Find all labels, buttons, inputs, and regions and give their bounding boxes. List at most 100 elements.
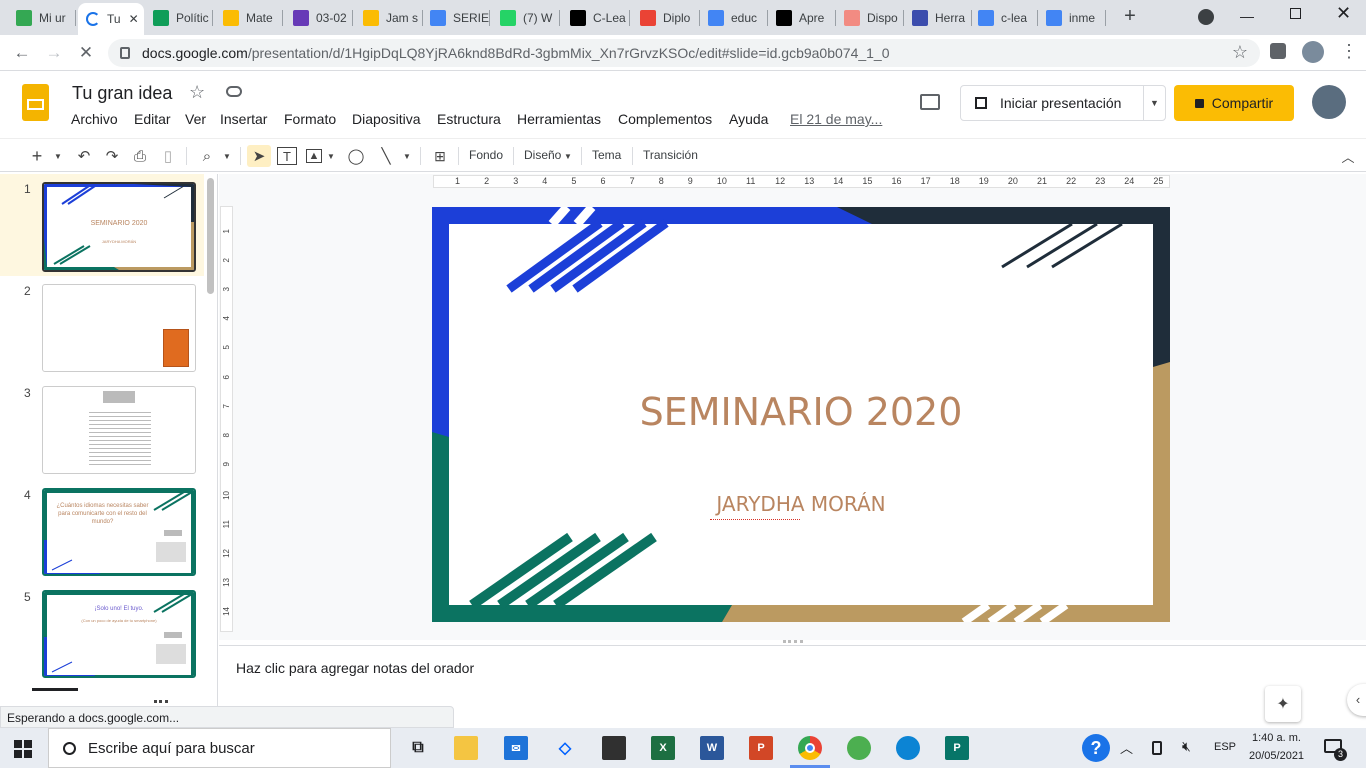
browser-tab[interactable]: C-Lea (562, 4, 630, 31)
menu-item[interactable]: Ayuda (729, 111, 768, 127)
browser-tab[interactable]: (7) W (492, 4, 560, 31)
slide-thumbnail-1[interactable]: SEMINARIO 2020 JARYDHA MORÁN (42, 182, 196, 272)
menu-item[interactable]: Herramientas (517, 111, 601, 127)
slide-thumbnail-2[interactable] (42, 284, 196, 372)
menu-item[interactable]: Formato (284, 111, 336, 127)
browser-tab[interactable]: Polític (145, 4, 213, 31)
mail-icon[interactable]: ✉ (504, 736, 528, 760)
shape-icon[interactable]: ◯ (346, 145, 366, 167)
slide-subtitle[interactable]: JARYDHA MORÁN (449, 492, 1153, 516)
browser-tab[interactable]: inme (1038, 4, 1106, 31)
zoom-dropdown-icon[interactable]: ▼ (222, 145, 232, 167)
new-slide-button[interactable]: + (28, 145, 46, 167)
browser-tab[interactable]: Diplo (632, 4, 700, 31)
line-dropdown-icon[interactable]: ▼ (402, 145, 412, 167)
extensions-icon[interactable] (1270, 43, 1286, 59)
present-button[interactable]: Iniciar presentación ▼ (960, 85, 1166, 121)
browser-tab[interactable]: Tu ✕ (78, 3, 144, 35)
taskbar-search-box[interactable]: Escribe aquí para buscar (48, 728, 391, 768)
star-icon[interactable]: ☆ (189, 82, 205, 103)
present-dropdown-icon[interactable]: ▼ (1143, 86, 1165, 120)
browser-tab[interactable]: Mate (215, 4, 283, 31)
menu-item[interactable]: Editar (134, 111, 171, 127)
volume-mute-icon[interactable]: 🔇︎ (1182, 738, 1191, 755)
browser-tab[interactable]: Mi ur (8, 4, 76, 31)
slide-thumbnail-5[interactable]: ¡Solo uno! El tuyo. (Con un poco de ayud… (42, 590, 196, 678)
filmstrip-scrollbar[interactable] (207, 178, 214, 294)
word-icon[interactable]: W (700, 736, 724, 760)
theme-button[interactable]: Tema (592, 148, 621, 162)
paint-format-icon[interactable]: ▯ (158, 145, 178, 167)
file-explorer-icon[interactable] (454, 736, 478, 760)
app-icon-green[interactable] (847, 736, 871, 760)
browser-tab[interactable]: Herra (904, 4, 972, 31)
layout-button[interactable]: Diseño (524, 148, 561, 162)
line-icon[interactable]: ╲ (376, 145, 396, 167)
browser-menu-icon[interactable]: ⋮ (1340, 41, 1358, 62)
publisher-icon[interactable]: P (945, 736, 969, 760)
battery-icon[interactable] (1152, 741, 1162, 755)
select-pointer-icon[interactable]: ➤ (247, 145, 271, 167)
add-comment-icon[interactable]: ⊞ (430, 145, 450, 167)
tab-search-icon[interactable] (1198, 9, 1214, 25)
cloud-status-icon[interactable] (226, 86, 242, 97)
menu-item[interactable]: Insertar (220, 111, 267, 127)
close-window-button[interactable]: ✕ (1336, 3, 1351, 24)
menu-item[interactable]: Complementos (618, 111, 712, 127)
chrome-icon[interactable] (798, 736, 822, 760)
transition-button[interactable]: Transición (643, 148, 698, 162)
filmstrip-view-icon[interactable] (32, 688, 78, 691)
comments-icon[interactable] (920, 94, 940, 110)
speaker-notes[interactable]: Haz clic para agregar notas del orador ✦… (219, 645, 1366, 722)
menu-item[interactable]: Diapositiva (352, 111, 420, 127)
slide-thumbnail-4[interactable]: ¿Cuántos idiomas necesitas saber para co… (42, 488, 196, 576)
bookmark-star-icon[interactable]: ☆ (1232, 42, 1248, 63)
stop-loading-button[interactable]: ✕ (75, 42, 97, 64)
account-avatar[interactable] (1312, 85, 1346, 119)
store-icon[interactable] (602, 736, 626, 760)
menu-item[interactable]: Archivo (71, 111, 118, 127)
explore-button[interactable]: ✦ (1265, 686, 1301, 722)
profile-avatar[interactable] (1302, 41, 1324, 63)
share-button[interactable]: Compartir (1174, 85, 1294, 121)
browser-tab[interactable]: 03-02 (285, 4, 353, 31)
image-dropdown-icon[interactable]: ▼ (326, 145, 336, 167)
menu-item[interactable]: Estructura (437, 111, 501, 127)
maximize-button[interactable] (1290, 8, 1301, 19)
print-icon[interactable]: ⎙ (130, 145, 150, 167)
close-tab-icon[interactable]: ✕ (129, 12, 139, 26)
address-bar[interactable]: docs.google.com/presentation/d/1HgipDqLQ… (108, 39, 1260, 67)
back-button[interactable]: ← (11, 42, 33, 64)
text-box-icon[interactable]: T (277, 147, 297, 165)
forward-button[interactable]: → (43, 42, 65, 64)
task-view-icon[interactable]: ⧉ (406, 736, 430, 760)
document-title[interactable]: Tu gran idea (72, 83, 172, 104)
background-button[interactable]: Fondo (469, 148, 503, 162)
collapse-toolbar-icon[interactable]: ︿ (1338, 145, 1358, 167)
browser-tab[interactable]: c-lea (970, 4, 1038, 31)
slide-title[interactable]: SEMINARIO 2020 (449, 390, 1153, 434)
insert-image-icon[interactable]: ▲ (306, 149, 322, 163)
current-slide[interactable]: SEMINARIO 2020 JARYDHA MORÁN (432, 207, 1170, 622)
help-icon[interactable]: ? (1082, 734, 1110, 762)
browser-tab[interactable]: SERIE (422, 4, 490, 31)
last-edit-link[interactable]: El 21 de may... (790, 111, 882, 127)
browser-tab[interactable]: educ (700, 4, 768, 31)
menu-item[interactable]: Ver (185, 111, 206, 127)
slide-filmstrip[interactable]: 1 2 3 4 5 SEMINARIO 2020 JARYDHA MORÁN ¿… (0, 174, 218, 706)
windows-start-icon[interactable] (14, 740, 32, 758)
new-slide-dropdown-icon[interactable]: ▼ (52, 145, 64, 167)
redo-icon[interactable]: ↷ (102, 145, 122, 167)
edge-icon[interactable] (896, 736, 920, 760)
side-panel-toggle-icon[interactable]: ‹ (1347, 684, 1366, 716)
slides-logo-icon[interactable] (22, 84, 49, 121)
language-indicator[interactable]: ESP (1214, 741, 1236, 753)
browser-tab[interactable]: Jam s (355, 4, 423, 31)
slide-thumbnail-3[interactable] (42, 386, 196, 474)
browser-tab[interactable]: Apre (768, 4, 836, 31)
layout-dropdown-icon[interactable]: ▼ (563, 145, 573, 167)
excel-icon[interactable]: X (651, 736, 675, 760)
new-tab-button[interactable]: + (1120, 5, 1140, 29)
clock-date[interactable]: 20/05/2021 (1249, 750, 1304, 762)
minimize-button[interactable]: — (1240, 8, 1254, 24)
